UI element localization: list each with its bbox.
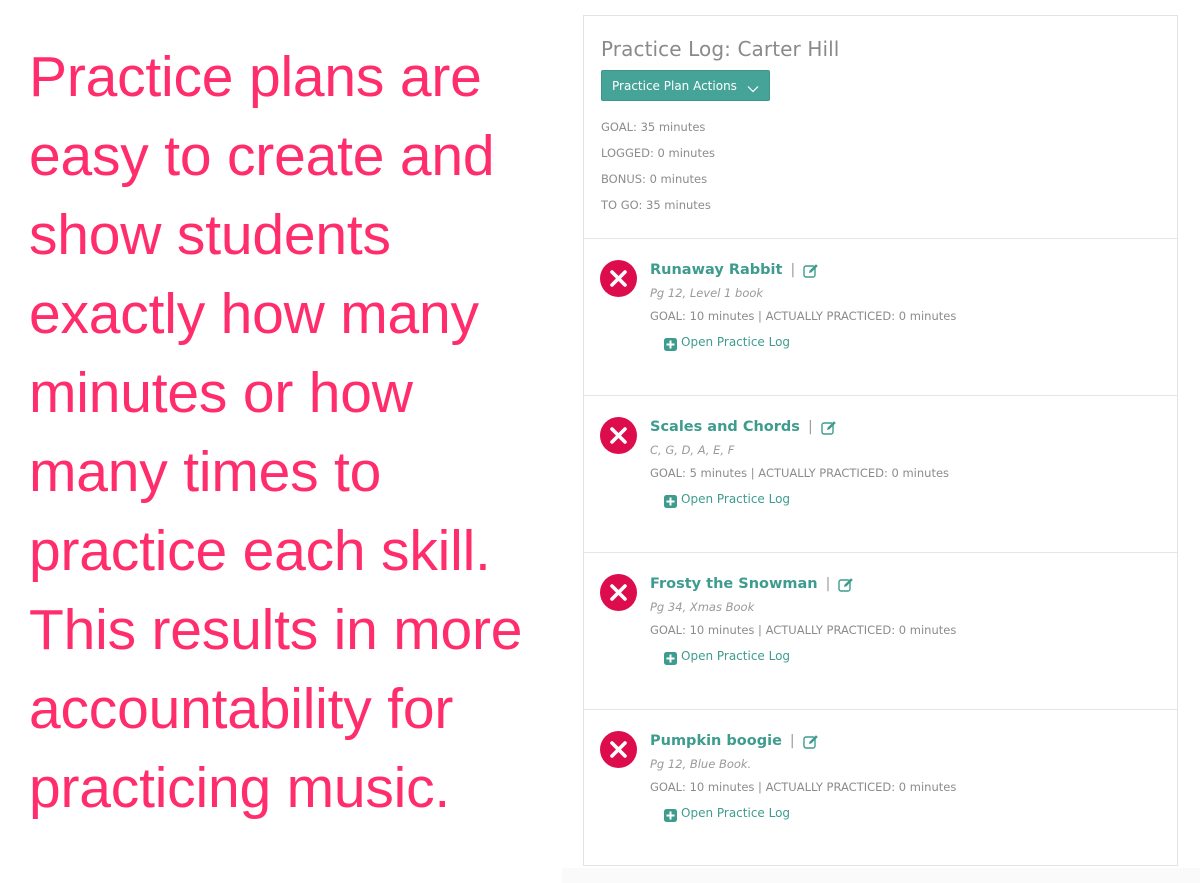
stat-to-go: TO GO: 35 minutes [601, 198, 711, 212]
practice-item: Runaway Rabbit | Pg 12, Level 1 book GOA… [584, 239, 1177, 396]
separator: | [825, 576, 831, 592]
promo-line: Practice plans are [29, 45, 482, 109]
practice-log-panel: Practice Log: Carter Hill Practice Plan … [583, 15, 1178, 866]
stat-goal: GOAL: 35 minutes [601, 120, 706, 134]
promo-line: many times to [29, 440, 382, 504]
promo-line: This results in more [29, 598, 523, 662]
plus-square-icon [664, 336, 677, 351]
edit-icon[interactable] [820, 420, 837, 435]
plan-stats: GOAL: 35 minutes LOGGED: 0 minutes BONUS… [601, 114, 1177, 218]
plus-square-icon [664, 493, 677, 508]
open-practice-log-label: Open Practice Log [681, 335, 791, 349]
open-practice-log-label: Open Practice Log [681, 492, 791, 506]
practice-plan-actions-label: Practice Plan Actions [612, 78, 737, 93]
promo-line: show students [29, 203, 391, 267]
x-circle-icon [600, 731, 637, 768]
promo-text: Practice plans are easy to create and sh… [29, 38, 574, 828]
practice-item: Frosty the Snowman | Pg 34, Xmas Book GO… [584, 553, 1177, 710]
practice-item-body: Scales and Chords | C, G, D, A, E, F GOA… [650, 416, 950, 508]
promo-line: exactly how many [29, 282, 479, 346]
practice-item-goal: GOAL: 10 minutes | ACTUALLY PRACTICED: 0… [650, 623, 957, 637]
plus-square-icon [664, 807, 677, 822]
practice-item-note: Pg 12, Level 1 book [650, 286, 764, 300]
practice-item-title[interactable]: Pumpkin boogie [650, 733, 782, 749]
page-title: Practice Log: Carter Hill [601, 37, 840, 61]
practice-item-title-row: Pumpkin boogie | [650, 730, 956, 752]
edit-icon[interactable] [838, 577, 854, 592]
promo-line: accountability for [29, 677, 454, 741]
bottom-strip [562, 868, 1200, 883]
practice-plan-actions-button[interactable]: Practice Plan Actions [601, 70, 770, 101]
practice-item-title-row: Frosty the Snowman | [650, 573, 956, 595]
x-circle-icon [600, 574, 637, 611]
open-practice-log-link[interactable]: Open Practice Log [664, 649, 956, 665]
practice-item: Scales and Chords | C, G, D, A, E, F GOA… [584, 396, 1177, 553]
promo-line: practice each skill. [29, 519, 491, 583]
practice-item-title-row: Runaway Rabbit | [650, 259, 956, 281]
practice-item-note: C, G, D, A, E, F [650, 443, 735, 457]
stat-bonus: BONUS: 0 minutes [601, 172, 708, 186]
x-circle-icon [600, 417, 637, 454]
separator: | [807, 419, 813, 435]
practice-item-body: Frosty the Snowman | Pg 34, Xmas Book GO… [650, 573, 957, 665]
practice-item-title[interactable]: Runaway Rabbit [650, 262, 782, 278]
edit-icon[interactable] [802, 734, 819, 749]
open-practice-log-link[interactable]: Open Practice Log [664, 806, 956, 822]
open-practice-log-label: Open Practice Log [681, 806, 791, 820]
x-circle-icon [600, 260, 637, 297]
panel-header: Practice Log: Carter Hill Practice Plan … [584, 16, 1177, 239]
practice-item-body: Pumpkin boogie | Pg 12, Blue Book. GOAL:… [650, 730, 957, 822]
practice-item-title-row: Scales and Chords | [650, 416, 949, 438]
practice-item-goal: GOAL: 10 minutes | ACTUALLY PRACTICED: 0… [650, 780, 957, 794]
practice-item-note: Pg 12, Blue Book. [650, 757, 752, 771]
promo-line: easy to create and [29, 124, 495, 188]
chevron-down-icon [747, 82, 759, 92]
plus-square-icon [664, 650, 677, 665]
open-practice-log-link[interactable]: Open Practice Log [664, 492, 949, 508]
promo-line: minutes or how [29, 361, 413, 425]
practice-item-body: Runaway Rabbit | Pg 12, Level 1 book GOA… [650, 259, 957, 351]
practice-item-title[interactable]: Frosty the Snowman [650, 576, 818, 592]
separator: | [790, 262, 796, 278]
practice-item: Pumpkin boogie | Pg 12, Blue Book. GOAL:… [584, 710, 1177, 867]
practice-item-goal: GOAL: 5 minutes | ACTUALLY PRACTICED: 0 … [650, 466, 950, 480]
edit-icon[interactable] [803, 263, 819, 278]
practice-item-title[interactable]: Scales and Chords [650, 419, 800, 435]
stat-logged: LOGGED: 0 minutes [601, 146, 716, 160]
promo-line: practicing music. [29, 756, 451, 820]
practice-item-note: Pg 34, Xmas Book [650, 600, 755, 614]
open-practice-log-link[interactable]: Open Practice Log [664, 335, 956, 351]
practice-item-goal: GOAL: 10 minutes | ACTUALLY PRACTICED: 0… [650, 309, 957, 323]
separator: | [789, 733, 795, 749]
open-practice-log-label: Open Practice Log [681, 649, 791, 663]
